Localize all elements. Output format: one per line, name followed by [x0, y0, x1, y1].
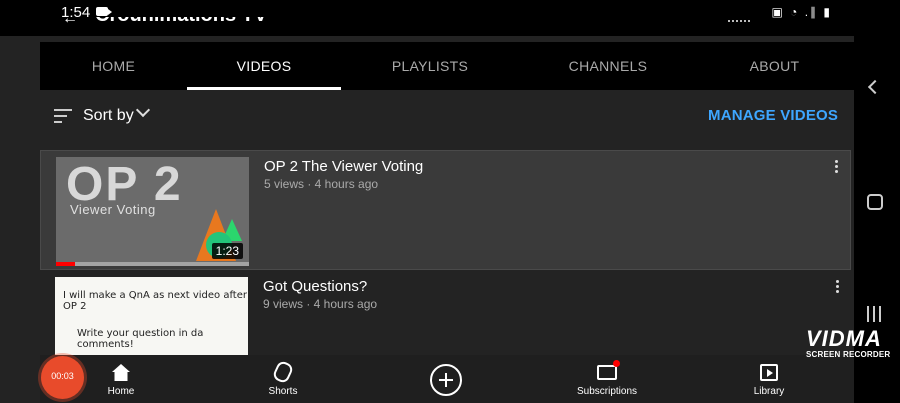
watermark-subtitle: SCREEN RECORDER — [806, 350, 891, 359]
nav-shorts-label: Shorts — [268, 386, 298, 397]
system-recents-icon[interactable] — [867, 306, 883, 322]
thumbnail-subtitle-text: Viewer Voting — [70, 202, 156, 217]
watch-progress-bar — [56, 262, 249, 266]
video-record-icon — [96, 7, 112, 16]
bottom-navigation: Home Shorts Subscriptions Library — [40, 355, 854, 403]
watch-progress-fill — [56, 262, 76, 266]
recording-timer: 00:03 — [51, 371, 74, 381]
recorder-watermark: VIDMA SCREEN RECORDER — [806, 326, 896, 359]
watermark-logo: VIDMA — [806, 326, 882, 351]
chevron-down-icon[interactable] — [135, 102, 151, 118]
thumbnail-text-line: I will make a QnA as next video after OP… — [63, 290, 247, 312]
library-icon — [760, 364, 778, 381]
status-bar: 1:54 ▣ ◔ .∥ ▮ — [0, 0, 900, 26]
thumbnail-text-line: Write your question in da comments! — [77, 328, 204, 350]
video-meta: 9 views · 4 hours ago — [263, 297, 378, 311]
system-back-icon[interactable] — [867, 79, 883, 95]
duration-badge: 1:23 — [211, 243, 243, 259]
nav-subscriptions-label: Subscriptions — [576, 386, 638, 397]
manage-videos-button[interactable]: MANAGE VIDEOS — [708, 107, 838, 124]
home-icon — [112, 364, 130, 381]
sort-by-button[interactable]: Sort by — [83, 107, 134, 125]
create-icon — [430, 364, 462, 396]
video-title[interactable]: OP 2 The Viewer Voting — [264, 158, 423, 175]
shorts-icon — [271, 359, 295, 385]
notification-dot — [613, 360, 620, 367]
sort-icon[interactable] — [54, 109, 72, 123]
video-list-item[interactable]: OP 2 Viewer Voting 1:23 OP 2 The Viewer … — [40, 150, 851, 270]
nav-subscriptions[interactable]: Subscriptions — [567, 355, 647, 403]
tab-home[interactable]: HOME — [55, 42, 172, 90]
status-icons: ▣ ◔ .∥ ▮ — [771, 5, 832, 19]
tab-videos[interactable]: VIDEOS — [187, 42, 341, 90]
youtube-app: ← Crounimations TV HOME VIDEOS PLAYLISTS… — [0, 0, 854, 403]
nav-library[interactable]: Library — [738, 355, 800, 403]
more-options-icon[interactable] — [835, 160, 838, 173]
status-time: 1:54 — [61, 4, 91, 21]
sort-bar: Sort by MANAGE VIDEOS — [0, 90, 854, 146]
nav-library-label: Library — [753, 386, 785, 397]
screen-recorder-bubble[interactable]: 00:03 — [41, 356, 84, 399]
video-thumbnail[interactable]: OP 2 Viewer Voting 1:23 — [56, 157, 249, 266]
subscriptions-icon — [597, 365, 617, 380]
tab-playlists[interactable]: PLAYLISTS — [360, 42, 500, 90]
video-meta: 5 views · 4 hours ago — [264, 177, 379, 191]
channel-tabs: HOME VIDEOS PLAYLISTS CHANNELS ABOUT — [40, 42, 854, 90]
nav-create[interactable] — [415, 355, 477, 403]
video-title[interactable]: Got Questions? — [263, 278, 367, 295]
system-home-icon[interactable] — [867, 194, 883, 210]
more-options-icon[interactable] — [836, 280, 839, 293]
tab-about[interactable]: ABOUT — [716, 42, 833, 90]
tab-channels[interactable]: CHANNELS — [538, 42, 678, 90]
nav-shorts[interactable]: Shorts — [252, 355, 314, 403]
nav-home-label: Home — [107, 386, 135, 397]
nav-home[interactable]: Home — [90, 355, 152, 403]
